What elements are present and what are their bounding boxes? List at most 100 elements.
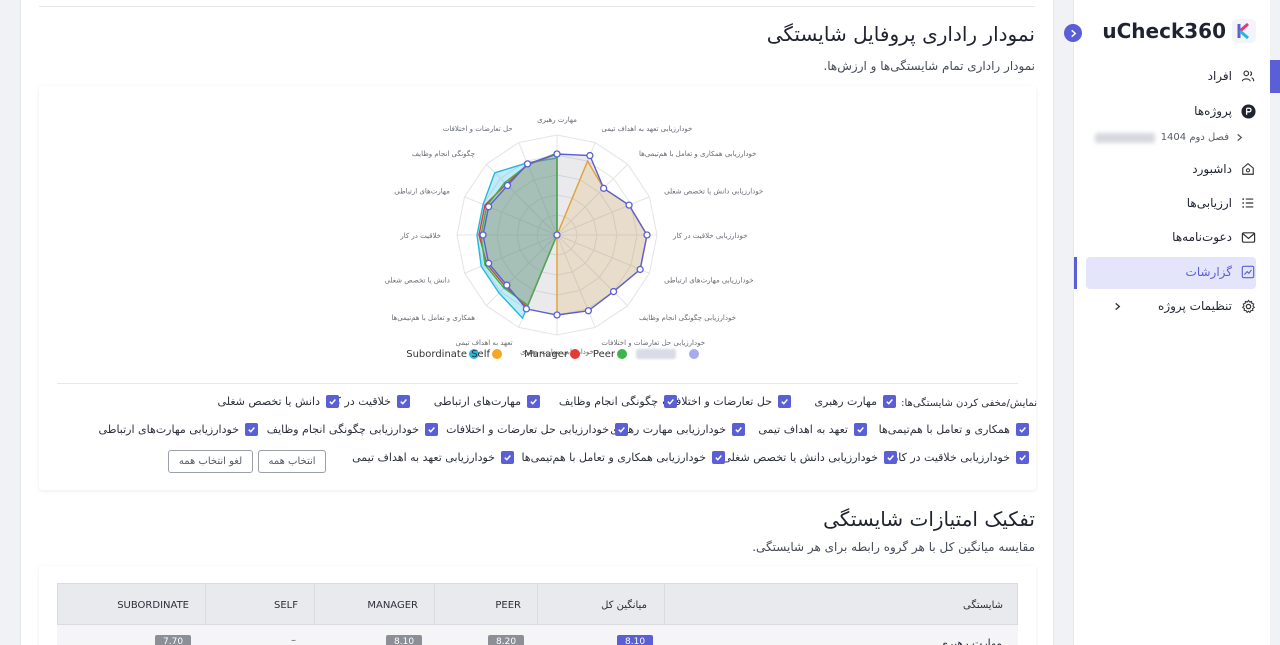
checkbox-checked-icon[interactable]	[854, 423, 867, 436]
sidebar-item-projects[interactable]: پروژه‌ها	[1194, 103, 1256, 119]
checkbox-checked-icon[interactable]	[664, 395, 677, 408]
sidebar-item-project-settings[interactable]: تنظیمات پروژه	[1113, 298, 1256, 314]
radar-point	[609, 287, 618, 296]
radar-chart: مهارت رهبری حل تعارضات و اختلافات چگونگی ا…	[385, 116, 764, 360]
radar-axis-label: خودارزیابی همکاری و تعامل با هم‌تیمی‌ها	[639, 150, 756, 158]
table-header-competency: شایستگی	[664, 584, 1019, 626]
checkbox-checked-icon[interactable]	[1016, 451, 1029, 464]
chevron-right-icon	[1070, 29, 1076, 37]
radar-axis-label: خلاقیت در کار	[399, 232, 441, 240]
sidebar-collapse-button[interactable]	[1064, 24, 1082, 42]
sidebar-item-reports[interactable]: گزارشات	[1186, 264, 1256, 280]
table-header-manager: MANAGER	[314, 584, 434, 626]
checkbox-checked-icon[interactable]	[884, 451, 897, 464]
radar-axis-label: مهارت رهبری	[537, 116, 577, 124]
table-header-peer: PEER	[434, 584, 537, 626]
checkbox-checked-icon[interactable]	[1016, 423, 1029, 436]
checkbox-checked-icon[interactable]	[501, 451, 514, 464]
row-manager-badge: 8.10	[386, 635, 423, 645]
sidebar-item-people[interactable]: افراد	[1208, 68, 1256, 84]
breakdown-section-title: تفکیک امتیازات شایستگی	[823, 507, 1035, 531]
checkbox-checked-icon[interactable]	[326, 395, 339, 408]
competency-toggle[interactable]: مهارت‌های ارتباطی	[434, 395, 540, 408]
competency-toggle[interactable]: خلاقیت در کار	[327, 395, 410, 408]
deselect-all-button[interactable]: لغو انتخاب همه	[168, 450, 253, 473]
legend-label: Manager	[524, 349, 569, 360]
chevron-right-icon	[1115, 302, 1121, 310]
radar-point	[523, 160, 532, 168]
competency-toggle[interactable]: تعهد به اهداف تیمی	[758, 423, 867, 436]
top-divider	[39, 6, 1035, 7]
radar-point	[553, 150, 561, 158]
list-icon	[1240, 195, 1256, 211]
radar-section-title: نمودار راداری پروفایل شایستگی	[766, 22, 1035, 46]
checkbox-checked-icon[interactable]	[425, 423, 438, 436]
competency-toggle-label: خودارزیابی همکاری و تعامل با هم‌تیمی‌ها	[521, 451, 706, 464]
competency-toggle[interactable]: خودارزیابی مهارت رهبری	[610, 423, 745, 436]
competency-toggle[interactable]: خودارزیابی دانش یا تخصص شغلی	[722, 451, 897, 464]
competency-toggle[interactable]: دانش یا تخصص شغلی	[218, 395, 339, 408]
sidebar-item-assessments[interactable]: ارزیابی‌ها	[1187, 195, 1256, 211]
active-indicator	[1074, 257, 1077, 289]
radar-axis-label: خودارزیابی چگونگی انجام وظایف	[639, 313, 736, 322]
legend-swatch	[689, 349, 699, 359]
row-subordinate-badge: 7.70	[155, 635, 192, 645]
competency-toggle[interactable]: خودارزیابی خلاقیت در کار	[893, 451, 1029, 464]
row-average-badge: 8.10	[617, 635, 654, 645]
app-logo: uCheck360	[1102, 19, 1256, 43]
radar-axis-label: تعهد به اهداف تیمی	[456, 339, 513, 347]
mail-icon	[1240, 229, 1256, 245]
checkbox-checked-icon[interactable]	[245, 423, 258, 436]
competency-toggle[interactable]: همکاری و تعامل با هم‌تیمی‌ها	[879, 423, 1029, 436]
current-project-selector[interactable]: فصل دوم 1404	[1094, 132, 1244, 143]
competency-toggle[interactable]: خودارزیابی همکاری و تعامل با هم‌تیمی‌ها	[521, 451, 725, 464]
legend-swatch	[570, 349, 580, 359]
logo-text: uCheck360	[1102, 19, 1226, 43]
checkbox-checked-icon[interactable]	[883, 395, 896, 408]
table-row: مهارت رهبری 8.10 8.20 8.10 – 7.70	[57, 625, 1018, 645]
project-label: فصل دوم 1404	[1160, 132, 1229, 143]
competency-toggle-label: خودارزیابی حل تعارضات و اختلافات	[446, 423, 609, 436]
radar-axis-label: دانش یا تخصص شغلی	[385, 276, 450, 284]
radar-point	[503, 181, 512, 190]
redacted-legend-text	[636, 349, 676, 359]
toggle-group-label: نمایش/مخفی کردن شایستگی‌ها:	[901, 398, 1037, 409]
gear-icon	[1240, 298, 1256, 314]
competency-toggle[interactable]: خودارزیابی چگونگی انجام وظایف	[267, 423, 438, 436]
competency-toggle-label: خودارزیابی دانش یا تخصص شغلی	[722, 451, 878, 464]
checkbox-checked-icon[interactable]	[712, 451, 725, 464]
competency-toggle-label: خودارزیابی تعهد به اهداف تیمی	[352, 451, 495, 464]
checkbox-checked-icon[interactable]	[732, 423, 745, 436]
competency-toggle-label: چگونگی انجام وظایف	[558, 395, 658, 408]
competency-toggle[interactable]: خودارزیابی مهارت‌های ارتباطی	[99, 423, 258, 436]
checkbox-checked-icon[interactable]	[778, 395, 791, 408]
checkbox-checked-icon[interactable]	[615, 423, 628, 436]
sidebar-item-invitations[interactable]: دعوت‌نامه‌ها	[1172, 229, 1256, 245]
radar-point	[484, 203, 493, 211]
legend-swatch	[617, 349, 627, 359]
radar-axis-label: خودارزیابی تعهد به اهداف تیمی	[601, 125, 692, 133]
table-header-self: SELF	[205, 584, 314, 626]
card-divider	[57, 383, 1018, 384]
radar-point	[503, 281, 511, 289]
competency-toggle[interactable]: مهارت رهبری	[814, 395, 896, 408]
radar-point	[625, 201, 633, 209]
competency-toggle[interactable]: چگونگی انجام وظایف	[559, 395, 677, 408]
sidebar: uCheck360 افراد پروژه‌ها فصل دوم 1404 دا…	[1073, 0, 1270, 645]
competency-toggle[interactable]: خودارزیابی تعهد به اهداف تیمی	[352, 451, 514, 464]
competency-toggle-label: حل تعارضات و اختلافات	[662, 395, 772, 408]
checkbox-checked-icon[interactable]	[527, 395, 540, 408]
radar-point	[584, 307, 593, 315]
sidebar-item-dashboard[interactable]: داشبورد	[1192, 161, 1256, 177]
select-all-button[interactable]: انتخاب همه	[258, 450, 326, 473]
table-header: شایستگی میانگین کل PEER MANAGER SELF SUB…	[57, 583, 1019, 626]
radar-axis-label: خودارزیابی دانش یا تخصص شغلی	[664, 188, 763, 196]
home-icon	[1240, 161, 1256, 177]
competency-toggle[interactable]: حل تعارضات و اختلافات	[662, 395, 791, 408]
chart-report-icon	[1240, 264, 1256, 280]
radar-axis-label: مهارت‌های ارتباطی	[394, 188, 450, 196]
competency-toggle[interactable]: خودارزیابی حل تعارضات و اختلافات	[446, 423, 628, 436]
radar-point	[586, 151, 594, 160]
checkbox-checked-icon[interactable]	[397, 395, 410, 408]
sidebar-item-label: گزارشات	[1185, 265, 1232, 279]
